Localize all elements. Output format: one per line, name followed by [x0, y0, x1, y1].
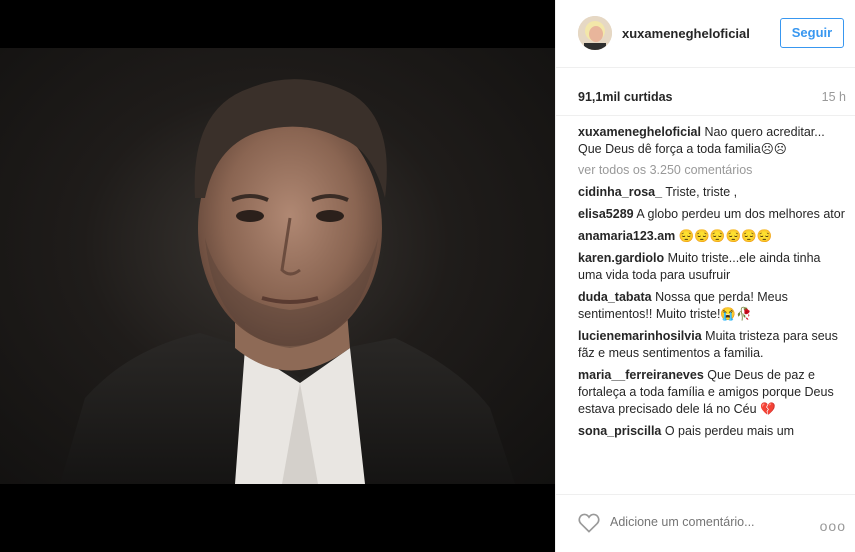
comment-username[interactable]: cidinha_rosa_: [578, 185, 662, 199]
comment-item: cidinha_rosa_ Triste, triste ,: [578, 184, 846, 201]
comment-text: Triste, triste ,: [665, 185, 738, 199]
view-all-comments-link[interactable]: ver todos os 3.250 comentários: [578, 163, 846, 177]
comment-item: duda_tabata Nossa que perda! Meus sentim…: [578, 289, 846, 323]
post-stats: 91,1mil curtidas 15 h: [556, 68, 855, 116]
add-comment-input[interactable]: [610, 515, 790, 529]
comment-text: O pais perdeu mais um: [664, 424, 795, 438]
comment-item: elisa5289 A globo perdeu um dos melhores…: [578, 206, 846, 223]
comments-list[interactable]: xuxamenegheloficial Nao quero acreditar.…: [556, 116, 855, 494]
comment-item: lucienemarinhosilvia Muita tristeza para…: [578, 328, 846, 362]
instagram-post-view: xuxamenegheloficial Seguir 91,1mil curti…: [0, 0, 855, 552]
comment-text: A globo perdeu um dos melhores ator: [636, 207, 845, 221]
caption: xuxamenegheloficial Nao quero acreditar.…: [578, 124, 846, 158]
post-header: xuxamenegheloficial Seguir: [556, 0, 855, 68]
likes-count[interactable]: 91,1mil curtidas: [578, 90, 673, 104]
comment-username[interactable]: maria__ferreiraneves: [578, 368, 704, 382]
follow-button[interactable]: Seguir: [780, 18, 844, 48]
post-photo[interactable]: [0, 48, 555, 484]
comment-item: karen.gardiolo Muito triste...ele ainda …: [578, 250, 846, 284]
comment-text: 😔😔😔😔😔😔: [678, 229, 773, 243]
portrait-image: [60, 79, 515, 484]
comment-item: sona_priscilla O pais perdeu mais um: [578, 423, 846, 440]
comment-item: maria__ferreiraneves Que Deus de paz e f…: [578, 367, 846, 418]
comment-username[interactable]: elisa5289: [578, 207, 634, 221]
heart-icon[interactable]: [578, 513, 600, 533]
more-options-icon[interactable]: ooo: [820, 518, 846, 534]
avatar-image: [578, 16, 612, 50]
post-time[interactable]: 15 h: [822, 90, 846, 104]
caption-line-1: Nao quero acreditar...: [704, 125, 825, 139]
photo-pane: [0, 0, 555, 552]
post-username[interactable]: xuxamenegheloficial: [622, 26, 750, 41]
comment-username[interactable]: lucienemarinhosilvia: [578, 329, 702, 343]
comment-item: anamaria123.am 😔😔😔😔😔😔: [578, 228, 846, 245]
comment-username[interactable]: sona_priscilla: [578, 424, 661, 438]
caption-line-2: Que Deus dê força a toda familia☹☹: [578, 142, 787, 156]
comment-username[interactable]: duda_tabata: [578, 290, 652, 304]
comment-username[interactable]: anamaria123.am: [578, 229, 675, 243]
avatar[interactable]: [578, 16, 612, 50]
comment-username[interactable]: karen.gardiolo: [578, 251, 664, 265]
comment-footer: ooo: [556, 494, 855, 552]
post-sidebar: xuxamenegheloficial Seguir 91,1mil curti…: [555, 0, 855, 552]
caption-username[interactable]: xuxamenegheloficial: [578, 125, 701, 139]
